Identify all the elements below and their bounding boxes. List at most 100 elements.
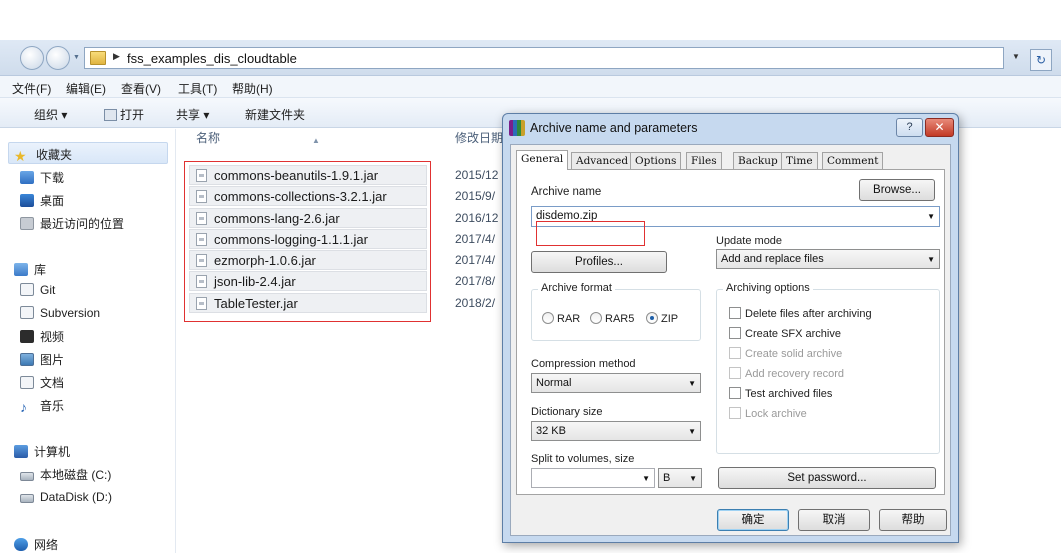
forward-button[interactable] [46,46,70,70]
menu-view[interactable]: 查看(V) [121,80,161,97]
chevron-down-icon[interactable]: ▼ [689,474,697,483]
option-solid-archive-label: Create solid archive [745,348,843,360]
file-date: 2017/8/ [455,274,496,288]
file-date: 2015/12 [455,168,499,182]
history-dropdown-icon[interactable]: ▼ [73,54,80,61]
nav-git[interactable]: Git [20,283,55,297]
ok-button[interactable]: 确定 [717,509,789,531]
organize-button[interactable]: 组织 ▾ [34,106,67,123]
format-zip[interactable]: ZIP [646,312,678,325]
nav-favorites[interactable]: ★ 收藏夹 [14,146,72,163]
open-button[interactable]: 打开 [104,106,144,123]
nav-data-disk-label: DataDisk (D:) [40,490,113,504]
archive-format-label: Archive format [538,282,615,294]
radio-zip[interactable] [646,312,658,324]
new-folder-button[interactable]: 新建文件夹 [245,106,305,123]
nav-subversion[interactable]: Subversion [20,306,100,320]
split-size-input[interactable]: ▼ [531,468,655,488]
checkbox[interactable] [729,407,741,419]
column-header-name[interactable]: 名称 [196,129,220,153]
set-password-button[interactable]: Set password... [718,467,936,489]
nav-computer[interactable]: 计算机 [14,443,70,460]
nav-pictures[interactable]: 图片 [20,351,64,368]
menu-file[interactable]: 文件(F) [12,80,51,97]
option-lock-archive[interactable]: Lock archive [729,407,807,420]
file-date: 2017/4/ [455,232,496,246]
format-rar[interactable]: RAR [542,312,580,325]
checkbox[interactable] [729,387,741,399]
help-title-button[interactable]: ? [896,118,923,137]
document-icon [20,376,34,389]
computer-icon [14,445,28,458]
nav-libraries[interactable]: 库 [14,261,46,278]
cancel-button[interactable]: 取消 [798,509,870,531]
column-header-modified[interactable]: 修改日期 [455,129,503,153]
chevron-down-icon[interactable]: ▼ [688,379,696,388]
format-rar-label: RAR [557,313,581,325]
help-button[interactable]: 帮助 [879,509,947,531]
radio-rar[interactable] [542,312,554,324]
nav-videos[interactable]: 视频 [20,328,64,345]
address-box[interactable]: ▶ fss_examples_dis_cloudtable [84,47,1004,69]
nav-data-disk[interactable]: DataDisk (D:) [20,490,112,504]
profiles-button[interactable]: Profiles... [531,251,667,273]
nav-downloads-label: 下载 [40,171,65,185]
checkbox[interactable] [729,347,741,359]
menu-help[interactable]: 帮助(H) [232,80,273,97]
dictionary-value: 32 KB [536,425,566,437]
option-solid-archive[interactable]: Create solid archive [729,347,842,360]
nav-network[interactable]: 网络 [14,536,58,553]
nav-music[interactable]: ♪ 音乐 [20,397,64,414]
local-disk-icon [20,472,34,481]
refresh-button[interactable]: ↻ [1030,49,1052,71]
chevron-down-icon[interactable]: ▼ [927,255,935,264]
chevron-down-icon[interactable]: ▼ [688,427,696,436]
update-mode-label: Update mode [716,235,783,247]
breadcrumb-arrow-icon[interactable]: ▶ [113,51,120,62]
tab-options[interactable]: Options [630,152,682,169]
nav-desktop[interactable]: 桌面 [20,192,64,209]
menu-tools[interactable]: 工具(T) [178,80,217,97]
option-recovery-record[interactable]: Add recovery record [729,367,844,380]
chevron-down-icon[interactable]: ▼ [927,212,935,221]
radio-rar5[interactable] [590,312,602,324]
checkbox[interactable] [729,307,741,319]
dictionary-select[interactable]: 32 KB ▼ [531,421,701,441]
option-create-sfx[interactable]: Create SFX archive [729,327,841,340]
nav-documents[interactable]: 文档 [20,374,64,391]
checkbox[interactable] [729,367,741,379]
split-unit-select[interactable]: B ▼ [658,468,702,488]
chevron-down-icon[interactable]: ▼ [642,474,650,483]
file-date: 2016/12 [455,211,499,225]
nav-pictures-label: 图片 [40,353,65,367]
nav-local-disk[interactable]: 本地磁盘 (C:) [20,466,111,483]
tab-comment[interactable]: Comment [822,152,884,169]
share-button[interactable]: 共享 ▾ [176,106,209,123]
nav-downloads[interactable]: 下载 [20,169,64,186]
tab-time[interactable]: Time [781,152,818,169]
compression-select[interactable]: Normal ▼ [531,373,701,393]
address-dropdown-icon[interactable]: ▼ [1012,52,1028,72]
browse-button[interactable]: Browse... [859,179,935,201]
menu-edit[interactable]: 编辑(E) [66,80,106,97]
file-date: 2015/9/ [455,189,496,203]
update-mode-select[interactable]: Add and replace files ▼ [716,249,940,269]
close-button[interactable]: ✕ [925,118,954,137]
option-test-files[interactable]: Test archived files [729,387,832,400]
address-path: fss_examples_dis_cloudtable [127,51,297,66]
archive-name-highlight-box [536,221,645,246]
address-bar-row: ▼ ▶ fss_examples_dis_cloudtable ▼ ↻ [0,40,1061,76]
nav-local-disk-label: 本地磁盘 (C:) [40,468,112,482]
nav-favorites-label: 收藏夹 [36,148,73,162]
format-rar5[interactable]: RAR5 [590,312,634,325]
tab-advanced[interactable]: Advanced [571,152,634,169]
nav-recent[interactable]: 最近访问的位置 [20,215,124,232]
back-button[interactable] [20,46,44,70]
tab-general[interactable]: General [516,150,569,170]
option-delete-files[interactable]: Delete files after archiving [729,307,872,320]
option-recovery-record-label: Add recovery record [745,368,845,380]
tab-files[interactable]: Files [686,152,722,169]
option-test-files-label: Test archived files [745,388,833,400]
tab-backup[interactable]: Backup [733,152,783,169]
checkbox[interactable] [729,327,741,339]
